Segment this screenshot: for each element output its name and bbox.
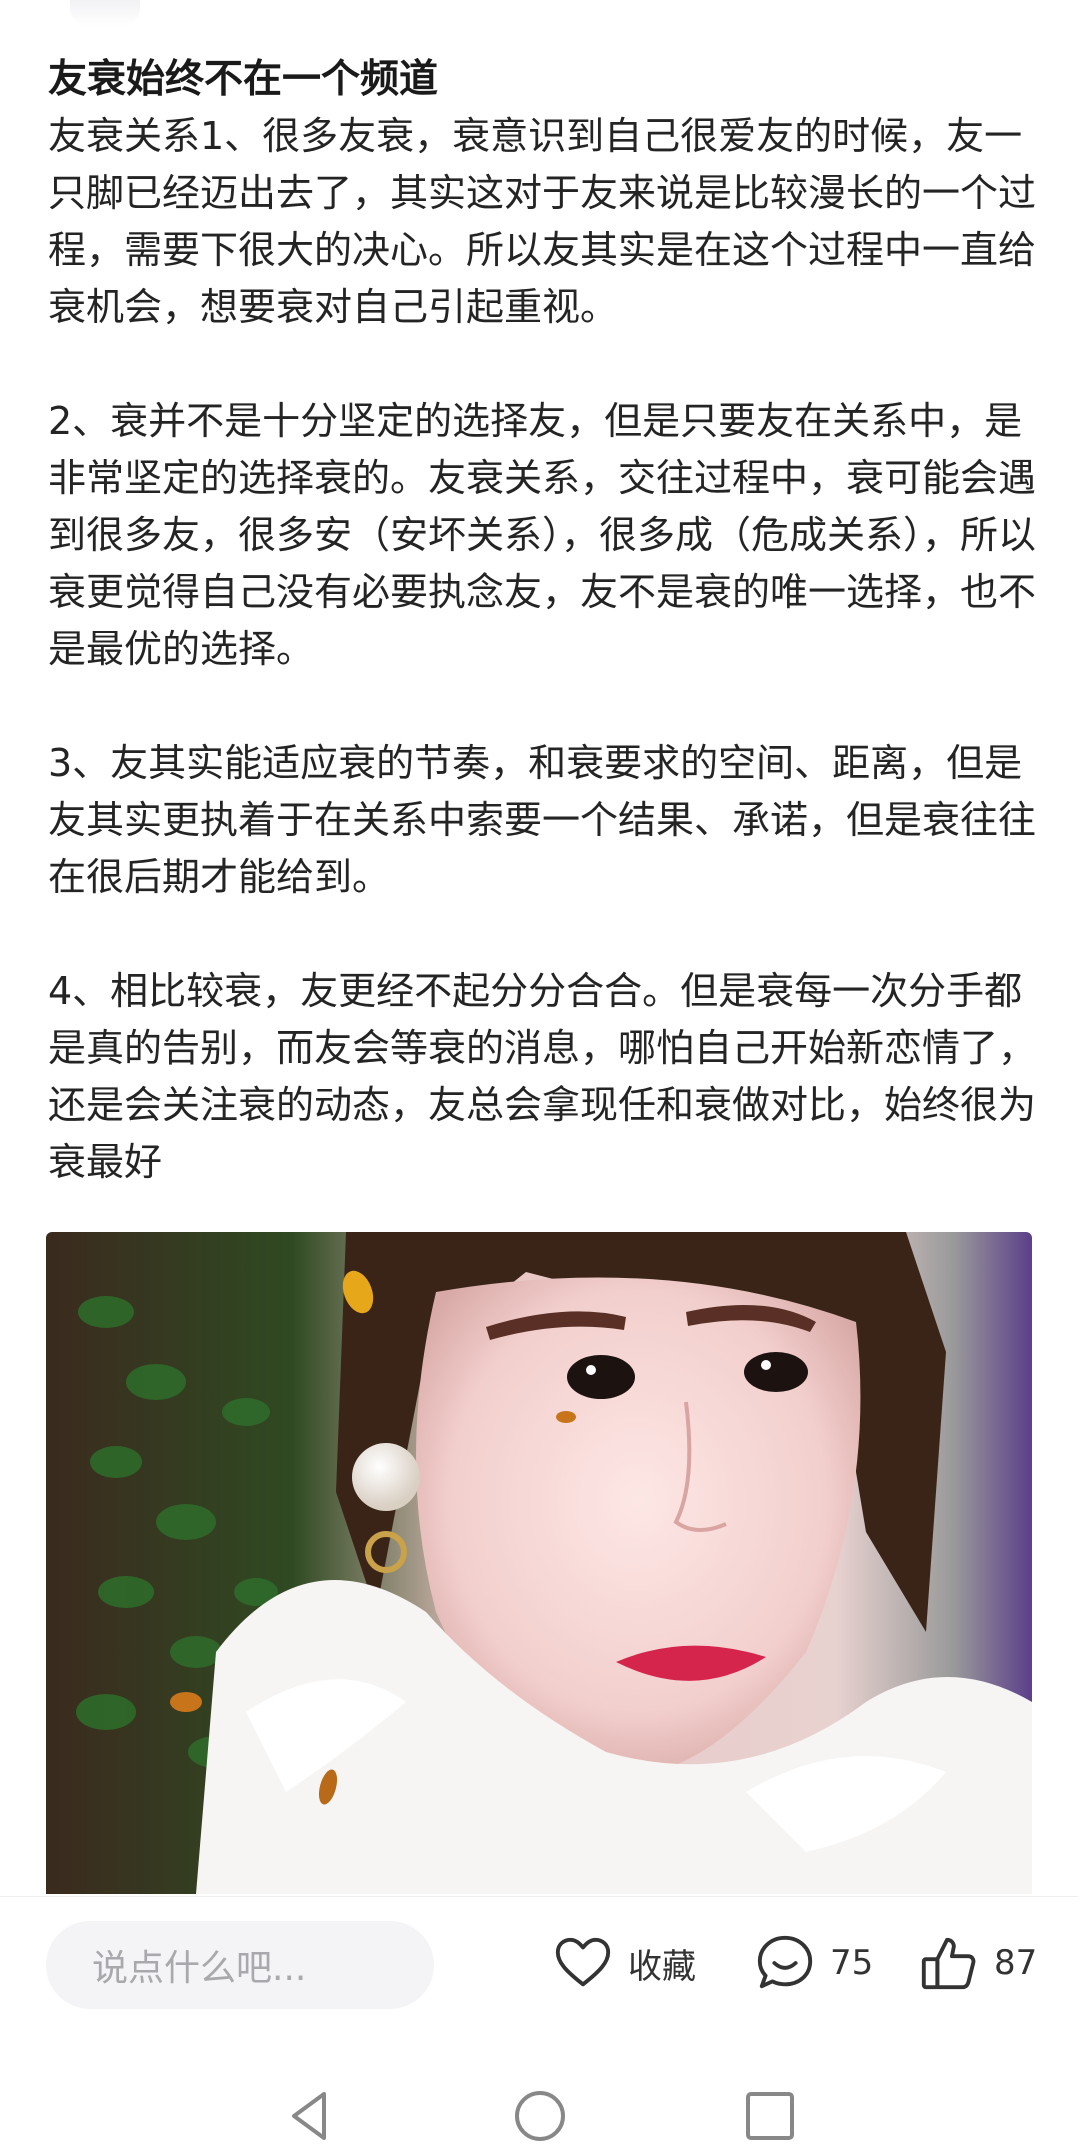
system-navigation-bar [0,2030,1078,2154]
comment-input[interactable]: 说点什么吧... [46,1921,434,2009]
collect-label: 收藏 [628,1946,696,1987]
comment-input-placeholder: 说点什么吧... [92,1948,307,1989]
comment-button[interactable]: 75 [754,1923,873,2003]
heart-icon [555,1937,611,1987]
like-count: 87 [994,1943,1038,1983]
article-paragraph-3: 3、友其实能适应衰的节奏，和衰要求的空间、距离，但是友其实更执着于在关系中索要一… [48,741,1037,899]
article-title: 友衰始终不在一个频道 [48,57,439,102]
comment-bubble-icon [757,1935,813,1989]
comment-count: 75 [830,1943,874,1983]
article-paragraph-1: 友衰关系1、很多友衰，衰意识到自己很爱友的时候，友一只脚已经迈出去了，其实这对于… [48,114,1037,329]
collect-button[interactable]: 收藏 [552,1923,696,2003]
thumbs-up-icon [921,1937,976,1990]
top-scroll-indicator [70,0,140,26]
article-body: 友衰始终不在一个频道 友衰关系1、很多友衰，衰意识到自己很爱友的时候，友一只脚已… [48,52,1038,1191]
article-photo[interactable] [46,1232,1032,1894]
bottom-action-bar: 说点什么吧... 收藏 75 87 [0,1896,1078,2017]
like-button[interactable]: 87 [918,1923,1037,2003]
square-recent-icon[interactable] [740,2086,800,2146]
circle-home-icon[interactable] [510,2086,570,2146]
article-paragraph-2: 2、衰并不是十分坚定的选择友，但是只要友在关系中，是非常坚定的选择衰的。友衰关系… [48,399,1037,671]
article-paragraph-4: 4、相比较衰，友更经不起分分合合。但是衰每一次分手都是真的告别，而友会等衰的消息… [48,969,1037,1184]
portrait-image [46,1232,1032,1894]
triangle-back-icon[interactable] [280,2086,340,2146]
